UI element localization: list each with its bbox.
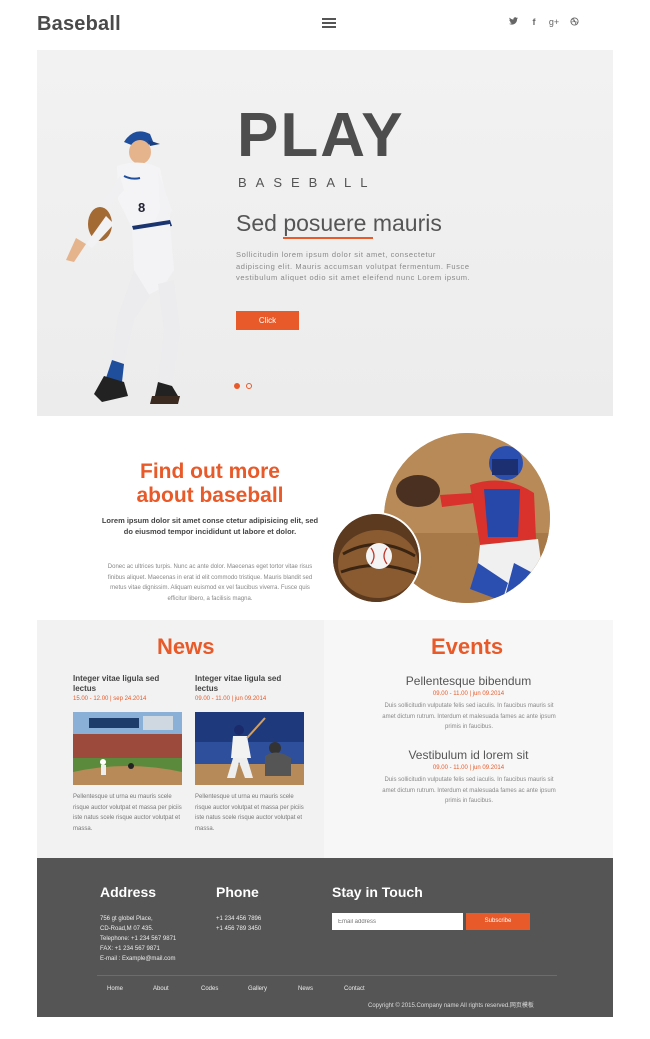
- hero-heading: Sed posuere mauris: [236, 210, 442, 236]
- news-item-text: Pellentesque ut urna eu mauris scele ris…: [73, 794, 182, 832]
- events-title: Events: [431, 634, 504, 659]
- event-item-date: 09.00 - 11.00 | jun 09.2014: [432, 691, 505, 697]
- google-plus-icon[interactable]: g+: [548, 17, 560, 27]
- event-item-title[interactable]: Pellentesque bibendum: [324, 674, 613, 688]
- footer-nav-gallery[interactable]: Gallery: [248, 986, 267, 992]
- about-heading: Find out more about baseball: [100, 460, 320, 508]
- about-heading-line-2: about baseball: [136, 484, 284, 507]
- address-line: 756 gt globel Place,: [100, 916, 153, 922]
- pitcher-image: 8: [66, 131, 180, 404]
- subscribe-button[interactable]: Subscribe: [466, 913, 530, 930]
- events-section: Events Pellentesque bibendum 09.00 - 11.…: [324, 620, 613, 858]
- address-line: CD-Road,M 07 435.: [100, 926, 154, 932]
- event-item-date: 09.00 - 11.00 | jun 09.2014: [432, 765, 505, 771]
- event-item-text: Duis sollicitudin vulputate felis sed ia…: [382, 777, 556, 804]
- news-title: News: [157, 634, 215, 659]
- news-item-title[interactable]: Integer vitae ligula sed lectus: [195, 674, 305, 694]
- phone-block: +1 234 456 7896 +1 456 789 3450: [216, 914, 261, 934]
- hero-click-button[interactable]: Click: [236, 311, 299, 330]
- menu-bar: [322, 18, 336, 20]
- site-footer: Address 756 gt globel Place, CD-Road,M 0…: [37, 858, 613, 1017]
- event-item-title[interactable]: Vestibulum id lorem sit: [324, 748, 613, 762]
- footer-nav-news[interactable]: News: [298, 986, 313, 992]
- address-heading: Address: [100, 884, 157, 900]
- news-section: News Integer vitae ligula sed lectus 15.…: [37, 620, 324, 858]
- copyright-text: Copyright © 2015.Company name All rights…: [368, 1003, 534, 1009]
- footer-nav-codes[interactable]: Codes: [201, 986, 218, 992]
- address-line: FAX: +1 234 567 9871: [100, 946, 160, 952]
- menu-toggle-button[interactable]: [322, 18, 336, 29]
- email-input[interactable]: [332, 913, 463, 930]
- glove-ball-image: [331, 512, 421, 604]
- about-lead-text: Lorem ipsum dolor sit amet conse ctetur …: [101, 516, 319, 536]
- site-logo[interactable]: Baseball: [37, 13, 121, 36]
- news-item-title[interactable]: Integer vitae ligula sed lectus: [73, 674, 183, 694]
- footer-nav-contact[interactable]: Contact: [344, 986, 365, 992]
- address-block: 756 gt globel Place, CD-Road,M 07 435. T…: [100, 914, 176, 964]
- facebook-icon[interactable]: f: [528, 17, 540, 27]
- about-heading-line-1: Find out more: [140, 460, 280, 483]
- phone-line: +1 456 789 3450: [216, 926, 262, 932]
- hero-title: PLAY: [237, 101, 405, 170]
- footer-nav-about[interactable]: About: [153, 986, 169, 992]
- hero-slider: 8 PLAY BASEBALL Sed posuere mauris Solli…: [37, 50, 613, 416]
- svg-text:8: 8: [138, 200, 145, 215]
- menu-bar: [322, 22, 336, 24]
- news-item-text: Pellentesque ut urna eu mauris scele ris…: [195, 794, 304, 832]
- slider-dot[interactable]: [246, 383, 252, 389]
- dribbble-icon[interactable]: [568, 17, 580, 28]
- menu-bar: [322, 26, 336, 28]
- news-item-date: 15.00 - 12.00 | sep 24.2014: [73, 696, 147, 702]
- site-header: Baseball f g+: [0, 0, 650, 50]
- about-body-text: Donec ac ultrices turpis. Nunc ac ante d…: [107, 564, 313, 602]
- stadium-image[interactable]: [73, 712, 182, 785]
- hero-text: Sollicitudin lorem ipsum dolor sit amet,…: [236, 250, 471, 282]
- twitter-icon[interactable]: [507, 17, 519, 27]
- batter-image[interactable]: [195, 712, 304, 785]
- footer-nav-home[interactable]: Home: [107, 986, 123, 992]
- slider-dot-active[interactable]: [234, 383, 240, 389]
- news-item-date: 09.00 - 11.00 | jun 09.2014: [195, 696, 267, 702]
- hero-heading-underline: [283, 237, 373, 239]
- address-email[interactable]: E-mail : Example@mail.com: [100, 954, 176, 964]
- footer-divider: [97, 975, 557, 976]
- hero-subtitle: BASEBALL: [238, 175, 377, 190]
- phone-line: +1 234 456 7896: [216, 916, 262, 922]
- address-line: Telephone: +1 234 567 9871: [100, 936, 177, 942]
- stay-in-touch-heading: Stay in Touch: [332, 884, 423, 900]
- phone-heading: Phone: [216, 884, 259, 900]
- event-item-text: Duis sollicitudin vulputate felis sed ia…: [382, 703, 556, 730]
